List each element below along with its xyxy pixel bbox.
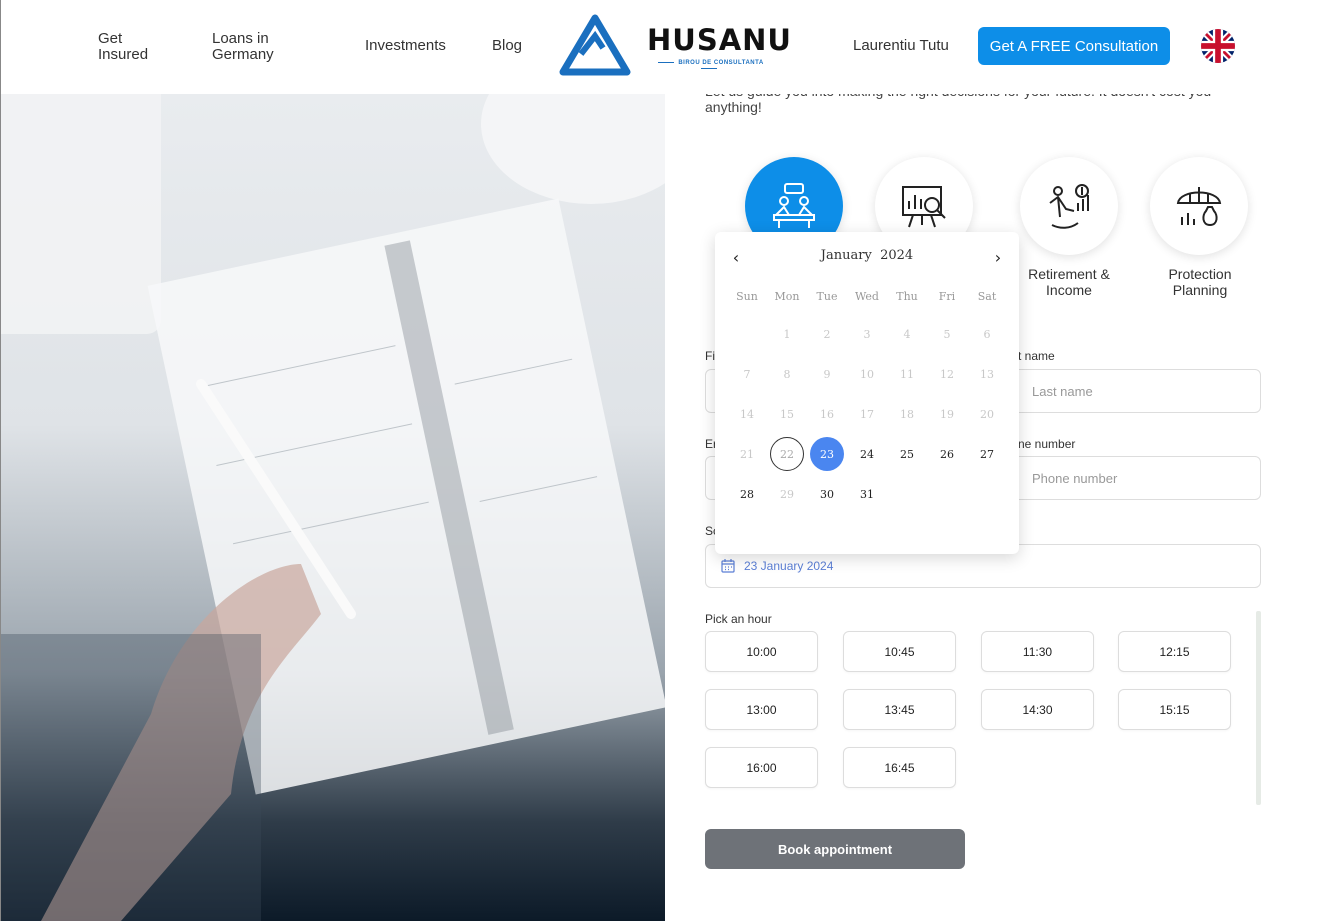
calendar-day: 12 [940,367,954,381]
brand-name: HUSANU [647,23,792,57]
brand-tagline: BIROU DE CONSULTANTA [647,60,771,72]
calendar-day: 5 [943,327,951,341]
calendar-day: 11 [900,367,914,381]
hour-option[interactable]: 10:45 [843,631,956,672]
calendar-day: 1 [783,327,791,341]
calendar-day[interactable]: 30 [810,477,844,511]
calendar-day: 17 [860,407,874,421]
nav-get-insured[interactable]: Get Insured [98,31,168,63]
calendar-day: 3 [863,327,871,341]
phone-placeholder: Phone number [1032,470,1118,486]
hour-option[interactable]: 16:45 [843,747,956,788]
weekday-header: Fri [938,290,956,303]
meeting-icon [773,183,815,228]
calendar-day: 7 [743,367,751,381]
hour-option[interactable]: 10:00 [705,631,818,672]
brand-logo[interactable]: HUSANU BIROU DE CONSULTANTA [559,14,791,76]
hour-option[interactable]: 13:45 [843,689,956,730]
calendar-day: 22 [770,437,804,471]
free-consultation-button[interactable]: Get A FREE Consultation [978,27,1170,65]
calendar-day: 21 [740,447,754,461]
nav-user-name[interactable]: Laurentiu Tutu [853,38,949,54]
last-name-field[interactable]: Last name [1005,369,1261,413]
calendar-day[interactable]: 31 [850,477,884,511]
calendar-year[interactable]: 2024 [880,248,913,263]
phone-field[interactable]: Phone number [1005,456,1261,500]
calendar-day[interactable]: 24 [850,437,884,471]
calendar-day: 13 [980,367,994,381]
hour-option[interactable]: 15:15 [1118,689,1231,730]
calendar-day[interactable]: 27 [970,437,1004,471]
service-retirement[interactable] [1020,157,1118,255]
service-label-protection: Protection Planning [1168,266,1232,298]
next-month-button[interactable]: › [987,246,1009,268]
calendar-icon [721,559,735,573]
service-protection[interactable] [1150,157,1248,255]
calendar-day[interactable]: 25 [890,437,924,471]
weekday-header: Mon [774,290,800,303]
hour-option[interactable]: 11:30 [981,631,1094,672]
calendar-day: 20 [980,407,994,421]
calendar-day: 16 [820,407,834,421]
hours-scrollbar[interactable] [1256,611,1261,805]
calendar-day[interactable]: 26 [930,437,964,471]
calendar-month: January [820,248,872,263]
mountain-logo-icon [559,14,631,76]
weekday-header: Thu [896,290,918,303]
calendar-day: 29 [780,487,794,501]
calendar-day: 6 [983,327,991,341]
calendar-day: 4 [903,327,911,341]
presentation-analysis-icon [902,186,946,228]
service-label-retirement: Retirement & Income [1028,266,1110,298]
date-picker-popup: ‹ January 2024 › Sun Mon Tue Wed Thu Fri Sat 1 2… [715,232,1019,554]
last-name-label: t name [1018,349,1055,363]
hour-label: Pick an hour [705,612,772,626]
calendar-day: 18 [900,407,914,421]
book-appointment-button[interactable]: Book appointment [705,829,965,869]
calendar-day: 19 [940,407,954,421]
weekday-header: Sat [977,290,997,303]
protection-umbrella-icon [1176,187,1222,227]
calendar-day: 2 [823,327,831,341]
uk-flag-icon[interactable] [1201,29,1235,63]
calendar-day: 14 [740,407,754,421]
hero-photo [0,94,665,921]
nav-investments[interactable]: Investments [365,38,446,54]
weekday-header: Wed [855,290,879,303]
weekday-header: Tue [816,290,838,303]
calendar-day: 15 [780,407,794,421]
calendar-month-year: January 2024 [715,248,1019,263]
nav-blog[interactable]: Blog [492,38,522,54]
phone-label: ne number [1018,437,1076,451]
date-value: 23 January 2024 [744,559,834,573]
calendar-day: 8 [783,367,791,381]
site-header: Get Insured Loans in Germany Investments… [0,0,1328,94]
hour-option[interactable]: 12:15 [1118,631,1231,672]
retirement-icon [1049,184,1089,229]
calendar-day[interactable]: 28 [730,477,764,511]
calendar-day-selected[interactable]: 23 [810,437,844,471]
hour-option[interactable]: 14:30 [981,689,1094,730]
weekday-header: Sun [736,290,758,303]
last-name-placeholder: Last name [1032,383,1093,399]
calendar-day: 10 [860,367,874,381]
hour-option[interactable]: 13:00 [705,689,818,730]
first-name-label: Fi [705,349,715,363]
hour-option[interactable]: 16:00 [705,747,818,788]
nav-loans-germany[interactable]: Loans in Germany [212,31,292,63]
calendar-day: 9 [823,367,831,381]
